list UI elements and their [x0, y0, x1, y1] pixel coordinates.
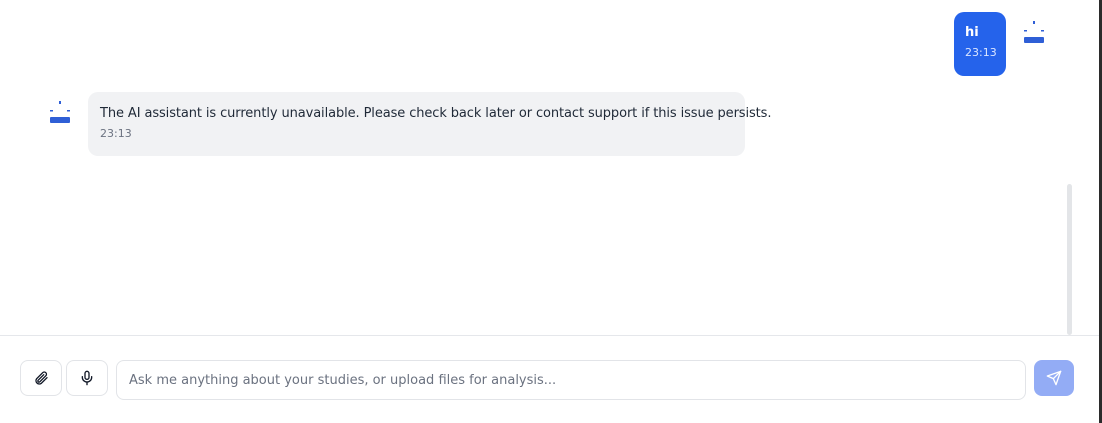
attach-file-button[interactable] — [20, 360, 62, 396]
chat-area: hi 23:13 The AI assistant is currently u… — [0, 0, 1102, 335]
chat-scrollbar[interactable] — [1067, 184, 1072, 335]
user-message-text: hi — [965, 25, 979, 40]
assistant-avatar-icon — [50, 101, 70, 123]
message-composer — [0, 335, 1099, 423]
send-icon — [1046, 370, 1062, 386]
message-input[interactable] — [116, 360, 1026, 400]
microphone-icon — [81, 370, 93, 386]
assistant-message-time: 23:13 — [100, 127, 132, 140]
user-message-time: 23:13 — [965, 46, 997, 59]
user-avatar-icon — [1024, 21, 1044, 43]
voice-input-button[interactable] — [66, 360, 108, 396]
assistant-message-bubble: The AI assistant is currently unavailabl… — [88, 92, 772, 156]
user-message-bubble: hi 23:13 — [954, 12, 1006, 76]
paperclip-icon — [35, 371, 48, 385]
send-button[interactable] — [1034, 360, 1074, 396]
assistant-message-text: The AI assistant is currently unavailabl… — [100, 106, 772, 121]
